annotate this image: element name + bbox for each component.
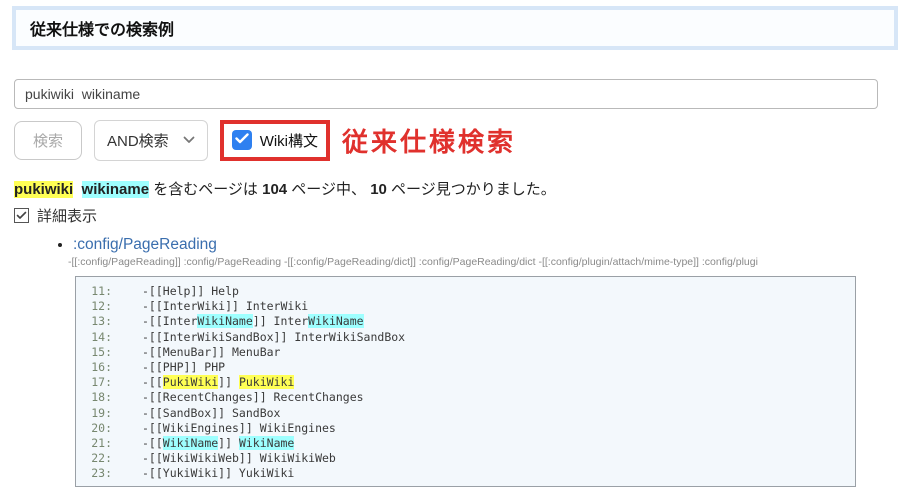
code-text: -[[WikiWikiWeb]] WikiWikiWeb <box>142 451 336 465</box>
code-line: 18: -[[RecentChanges]] RecentChanges <box>84 390 847 405</box>
line-number: 21: <box>84 436 112 451</box>
code-line: 13:-[[InterWikiName]] InterWikiName <box>84 314 847 329</box>
code-line: 14: -[[InterWikiSandBox]] InterWikiSandBo… <box>84 330 847 345</box>
code-text: -[[SandBox]] SandBox <box>142 406 280 420</box>
search-input[interactable] <box>14 79 878 109</box>
code-text: -[[WikiEngines]] WikiEngines <box>142 421 336 435</box>
text-segment: WikiName <box>197 314 252 328</box>
code-text: -[[InterWikiName]] InterWikiName <box>142 314 364 328</box>
checkmark-icon <box>235 131 249 149</box>
line-number: 14: <box>84 330 112 345</box>
text-segment: -[[YukiWiki]] YukiWiki <box>142 466 294 480</box>
detail-checkbox[interactable] <box>14 208 29 223</box>
detail-label: 詳細表示 <box>37 205 97 226</box>
code-line: 15: -[[MenuBar]] MenuBar <box>84 345 847 360</box>
code-text: -[[WikiName]] WikiName <box>142 436 294 450</box>
code-text: -[[Help]] Help <box>142 284 239 298</box>
code-line: 11: -[[Help]] Help <box>84 284 847 299</box>
code-text: -[[InterWikiSandBox]] InterWikiSandBox <box>142 330 405 344</box>
code-text: -[[PukiWiki]] PukiWiki <box>142 375 294 389</box>
text-segment: ]] Inter <box>253 314 308 328</box>
result-summary: pukiwiki wikiname を含むページは 104 ページ中、 10 ペ… <box>14 178 898 199</box>
text-segment: -[[ <box>142 375 163 389</box>
text-segment: -[[MenuBar]] MenuBar <box>142 345 280 359</box>
text-segment: ページ見つかりました。 <box>387 181 556 198</box>
code-line: 12: -[[InterWiki]] InterWiki <box>84 299 847 314</box>
text-segment <box>73 181 81 198</box>
line-number: 13: <box>84 314 112 329</box>
text-segment: -[[WikiEngines]] WikiEngines <box>142 421 336 435</box>
text-segment: -[[Inter <box>142 314 197 328</box>
text-segment: ページ中、 <box>287 181 370 198</box>
text-segment: -[[Help]] Help <box>142 284 239 298</box>
search-controls: 検索 AND検索 Wiki構文 従来仕様検索 <box>14 119 898 161</box>
annotation-text: 従来仕様検索 <box>342 122 516 159</box>
wiki-syntax-checkbox[interactable] <box>232 130 252 150</box>
code-line: 16: -[[PHP]] PHP <box>84 360 847 375</box>
text-segment: -[[RecentChanges]] RecentChanges <box>142 390 364 404</box>
chevron-down-icon <box>183 136 195 144</box>
line-number: 16: <box>84 360 112 375</box>
text-segment: -[[SandBox]] SandBox <box>142 406 280 420</box>
code-text: -[[MenuBar]] MenuBar <box>142 345 280 359</box>
line-number: 20: <box>84 421 112 436</box>
code-line: 17:-[[PukiWiki]] PukiWiki <box>84 375 847 390</box>
search-mode-value: AND検索 <box>107 130 169 151</box>
text-segment: -[[PHP]] PHP <box>142 360 225 374</box>
page-title: 従来仕様での検索例 <box>12 6 898 50</box>
wiki-syntax-label: Wiki構文 <box>260 130 318 151</box>
line-number: 17: <box>84 375 112 390</box>
text-segment: pukiwiki <box>14 181 73 198</box>
search-example-page: 従来仕様での検索例 検索 AND検索 Wiki構文 従来仕様検索 pukiwik… <box>0 0 910 487</box>
line-number: 11: <box>84 284 112 299</box>
line-number: 12: <box>84 299 112 314</box>
line-number: 18: <box>84 390 112 405</box>
code-text: -[[PHP]] PHP <box>142 360 225 374</box>
text-segment: ]] <box>218 436 239 450</box>
list-item: :config/PageReading <box>73 236 898 254</box>
text-segment: wikiname <box>82 181 150 198</box>
code-text: -[[YukiWiki]] YukiWiki <box>142 466 294 480</box>
detail-toggle-row: 詳細表示 <box>14 205 898 226</box>
text-segment: -[[InterWiki]] InterWiki <box>142 299 308 313</box>
result-list: :config/PageReading <box>14 236 898 254</box>
line-number: 22: <box>84 451 112 466</box>
text-segment: 10 <box>370 181 387 198</box>
text-segment: WikiName <box>239 436 294 450</box>
text-segment: -[[InterWikiSandBox]] InterWikiSandBox <box>142 330 405 344</box>
code-line: 22: -[[WikiWikiWeb]] WikiWikiWeb <box>84 451 847 466</box>
code-text: -[[RecentChanges]] RecentChanges <box>142 390 364 404</box>
code-line: 20: -[[WikiEngines]] WikiEngines <box>84 421 847 436</box>
line-number: 15: <box>84 345 112 360</box>
text-segment: を含むページは <box>149 181 262 198</box>
page-link[interactable]: :config/PageReading <box>73 236 217 253</box>
search-mode-select[interactable]: AND検索 <box>94 120 208 161</box>
line-number: 23: <box>84 466 112 481</box>
annotation-highlight-box: Wiki構文 <box>220 120 330 161</box>
code-line: 21:-[[WikiName]] WikiName <box>84 436 847 451</box>
text-segment: 104 <box>262 181 287 198</box>
text-segment: ]] <box>218 375 239 389</box>
text-segment: WikiName <box>163 436 218 450</box>
checkmark-icon <box>16 207 27 225</box>
text-segment: -[[WikiWikiWeb]] WikiWikiWeb <box>142 451 336 465</box>
line-number: 19: <box>84 406 112 421</box>
code-line: 19: -[[SandBox]] SandBox <box>84 406 847 421</box>
code-text: -[[InterWiki]] InterWiki <box>142 299 308 313</box>
match-context: -[[:config/PageReading]] :config/PageRea… <box>68 256 910 268</box>
text-segment: PukiWiki <box>239 375 294 389</box>
code-line: 23: -[[YukiWiki]] YukiWiki <box>84 466 847 481</box>
text-segment: -[[ <box>142 436 163 450</box>
text-segment: PukiWiki <box>163 375 218 389</box>
code-block: 11: -[[Help]] Help 12: -[[InterWiki]] Inter… <box>75 276 856 487</box>
text-segment: WikiName <box>308 314 363 328</box>
search-button[interactable]: 検索 <box>14 121 82 160</box>
